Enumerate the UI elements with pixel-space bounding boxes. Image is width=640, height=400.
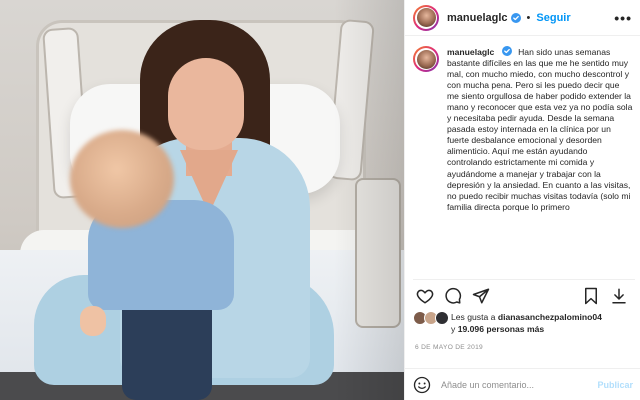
liker-avatar: [435, 311, 449, 325]
comment-form: Publicar: [405, 368, 640, 400]
action-bar: [413, 279, 635, 307]
follow-button[interactable]: Seguir: [536, 12, 570, 24]
download-icon: [612, 288, 626, 303]
share-icon: [472, 288, 490, 303]
avatar-image: [416, 8, 436, 27]
like-button[interactable]: [413, 284, 437, 308]
more-options-icon[interactable]: •••: [614, 10, 632, 26]
caption-avatar[interactable]: [413, 46, 439, 72]
emoji-icon[interactable]: [413, 376, 431, 394]
child-head-blurred: [70, 130, 174, 228]
post-header: manuelaglc • Seguir •••: [405, 0, 640, 36]
post-side-panel: manuelaglc • Seguir ••• manuelaglc Han s…: [404, 0, 640, 400]
woman-face: [168, 58, 244, 150]
liker-username[interactable]: dianasanchezpalomino04: [498, 312, 602, 322]
username-link[interactable]: manuelaglc: [447, 12, 508, 24]
verified-badge-icon: [501, 46, 512, 56]
caption-username[interactable]: manuelaglc: [447, 47, 494, 57]
verified-badge-icon: [510, 12, 521, 23]
wall-shadow: [334, 0, 404, 400]
publish-button[interactable]: Publicar: [597, 380, 633, 390]
liker-avatars[interactable]: [413, 311, 451, 325]
post-date[interactable]: 6 DE MAYO DE 2019: [415, 344, 483, 351]
save-button[interactable]: [579, 284, 603, 308]
caption-area: manuelaglc Han sido unas semanas bastant…: [413, 46, 635, 274]
caption: manuelaglc Han sido unas semanas bastant…: [447, 46, 633, 274]
download-button[interactable]: [607, 284, 631, 308]
child-hand: [80, 306, 106, 336]
likes-summary: Les gusta a dianasanchezpalomino04 y 19.…: [451, 311, 602, 335]
likes-connector: y: [451, 324, 456, 334]
likes-prefix: Les gusta a: [451, 312, 496, 322]
likes-count[interactable]: 19.096 personas más: [458, 324, 544, 334]
post-photo[interactable]: [0, 0, 404, 400]
separator-dot: •: [526, 11, 531, 24]
comment-button[interactable]: [441, 284, 465, 308]
heart-icon: [416, 289, 434, 304]
share-button[interactable]: [469, 284, 493, 308]
caption-avatar-image: [416, 49, 436, 69]
caption-paragraph: manuelaglc Han sido unas semanas bastant…: [447, 46, 633, 213]
comment-input[interactable]: [441, 379, 598, 390]
avatar[interactable]: [413, 4, 439, 31]
caption-text: Han sido unas semanas bastante difíciles…: [447, 47, 633, 212]
bookmark-icon: [585, 287, 597, 304]
comment-icon: [445, 287, 462, 304]
likes-row: Les gusta a dianasanchezpalomino04 y 19.…: [413, 311, 635, 335]
